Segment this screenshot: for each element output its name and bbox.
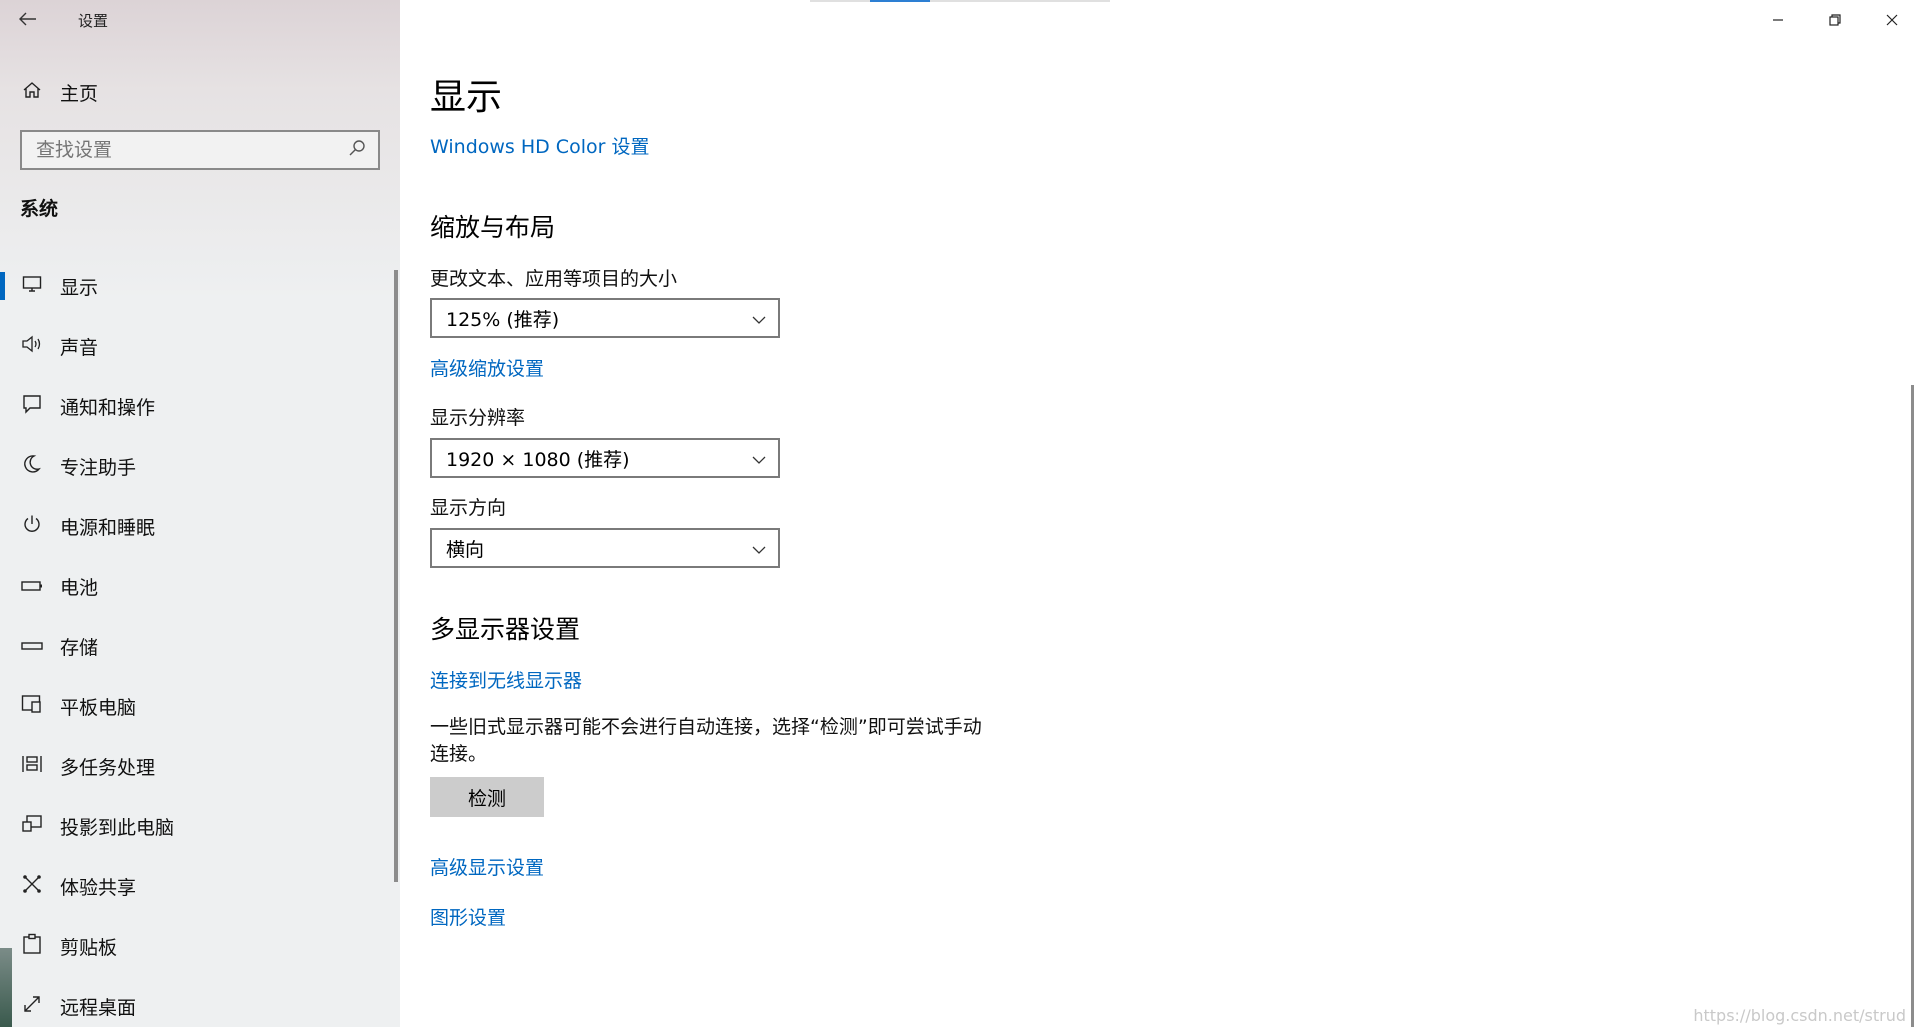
sidebar-item-label: 体验共享 bbox=[60, 876, 137, 899]
orientation-label: 显示方向 bbox=[430, 497, 507, 519]
sidebar-item-storage[interactable]: 存储 bbox=[0, 616, 396, 676]
main-scrollbar[interactable] bbox=[1911, 385, 1914, 1027]
storage-icon bbox=[18, 635, 46, 657]
sidebar-item-power-sleep[interactable]: 电源和睡眠 bbox=[0, 496, 396, 556]
home-icon bbox=[18, 80, 46, 105]
detect-button[interactable]: 检测 bbox=[430, 777, 544, 817]
resolution-label: 显示分辨率 bbox=[430, 407, 526, 429]
sidebar-item-label: 投影到此电脑 bbox=[60, 816, 175, 839]
share-icon bbox=[18, 874, 46, 899]
search-icon[interactable] bbox=[348, 139, 366, 162]
restore-button[interactable] bbox=[1806, 0, 1863, 40]
window-controls bbox=[1749, 0, 1920, 40]
sidebar-item-label: 平板电脑 bbox=[60, 696, 137, 719]
sidebar-item-tablet[interactable]: 平板电脑 bbox=[0, 676, 396, 736]
chevron-down-icon bbox=[752, 309, 766, 328]
resolution-dropdown-value: 1920 × 1080 (推荐) bbox=[446, 448, 630, 471]
sidebar-item-multitasking[interactable]: 多任务处理 bbox=[0, 736, 396, 796]
multitask-icon bbox=[18, 754, 46, 779]
sidebar-nav: 显示 声音 通知和操作 专注助手 电源和睡眠 电池 存储 平板电脑 多任务处理 … bbox=[0, 256, 400, 1036]
sidebar-item-label: 通知和操作 bbox=[60, 396, 156, 419]
sidebar-item-focus-assist[interactable]: 专注助手 bbox=[0, 436, 396, 496]
back-arrow-icon bbox=[19, 10, 37, 31]
close-button[interactable] bbox=[1863, 0, 1920, 40]
top-indicator-line bbox=[810, 0, 1110, 2]
detect-description: 一些旧式显示器可能不会进行自动连接，选择“检测”即可尝试手动连接。 bbox=[430, 716, 982, 765]
sidebar-item-battery[interactable]: 电池 bbox=[0, 556, 396, 616]
sidebar-item-label: 存储 bbox=[60, 636, 99, 659]
project-icon bbox=[18, 814, 46, 839]
chevron-down-icon bbox=[752, 449, 766, 468]
sidebar-item-label: 显示 bbox=[60, 276, 99, 299]
moon-icon bbox=[18, 454, 46, 479]
search-box[interactable] bbox=[20, 130, 380, 170]
speaker-icon bbox=[18, 335, 46, 358]
remote-desktop-icon bbox=[18, 994, 46, 1019]
sidebar-item-notifications[interactable]: 通知和操作 bbox=[0, 376, 396, 436]
orientation-dropdown[interactable]: 横向 bbox=[430, 528, 780, 568]
main-content: 显示 Windows HD Color 设置 缩放与布局 更改文本、应用等项目的… bbox=[400, 0, 1920, 1027]
scale-layout-heading: 缩放与布局 bbox=[430, 213, 556, 242]
hd-color-settings-link[interactable]: Windows HD Color 设置 bbox=[430, 132, 649, 159]
graphics-settings-link[interactable]: 图形设置 bbox=[430, 903, 506, 930]
sidebar-item-clipboard[interactable]: 剪贴板 bbox=[0, 916, 396, 976]
home-nav-item[interactable]: 主页 bbox=[0, 70, 400, 114]
sidebar: 设置 主页 系统 显示 声音 通知和操作 bbox=[0, 0, 400, 1027]
sidebar-item-sound[interactable]: 声音 bbox=[0, 316, 396, 376]
sidebar-item-label: 多任务处理 bbox=[60, 756, 156, 779]
minimize-button[interactable] bbox=[1749, 0, 1806, 40]
app-title: 设置 bbox=[78, 11, 109, 30]
watermark: https://blog.csdn.net/strud bbox=[1693, 1006, 1906, 1025]
sidebar-item-project[interactable]: 投影到此电脑 bbox=[0, 796, 396, 856]
multi-display-heading: 多显示器设置 bbox=[430, 615, 581, 644]
home-label: 主页 bbox=[60, 82, 99, 105]
chevron-down-icon bbox=[752, 539, 766, 558]
sidebar-item-label: 电源和睡眠 bbox=[60, 516, 156, 539]
resolution-dropdown[interactable]: 1920 × 1080 (推荐) bbox=[430, 438, 780, 478]
sidebar-item-display[interactable]: 显示 bbox=[0, 256, 396, 316]
section-label-system: 系统 bbox=[20, 198, 59, 220]
power-icon bbox=[18, 514, 46, 539]
search-input[interactable] bbox=[34, 138, 334, 162]
page-title: 显示 bbox=[430, 77, 503, 118]
scale-dropdown[interactable]: 125% (推荐) bbox=[430, 298, 780, 338]
sidebar-scrollbar[interactable] bbox=[394, 270, 398, 882]
advanced-scaling-link[interactable]: 高级缩放设置 bbox=[430, 354, 544, 381]
advanced-display-link[interactable]: 高级显示设置 bbox=[430, 853, 544, 880]
desktop-edge-strip bbox=[0, 948, 12, 1027]
scale-dropdown-value: 125% (推荐) bbox=[446, 308, 560, 331]
battery-icon bbox=[18, 575, 46, 597]
back-button[interactable] bbox=[0, 0, 56, 40]
sidebar-item-shared-experiences[interactable]: 体验共享 bbox=[0, 856, 396, 916]
title-bar: 设置 bbox=[0, 0, 400, 40]
sidebar-item-label: 声音 bbox=[60, 336, 99, 359]
top-indicator-highlight bbox=[870, 0, 930, 2]
sidebar-item-label: 剪贴板 bbox=[60, 936, 118, 959]
monitor-icon bbox=[18, 275, 46, 298]
orientation-dropdown-value: 横向 bbox=[446, 538, 485, 561]
notification-icon bbox=[18, 394, 46, 419]
wireless-display-link[interactable]: 连接到无线显示器 bbox=[430, 666, 582, 693]
tablet-icon bbox=[18, 694, 46, 719]
scale-label: 更改文本、应用等项目的大小 bbox=[430, 268, 678, 290]
sidebar-item-label: 电池 bbox=[60, 576, 99, 599]
sidebar-item-label: 专注助手 bbox=[60, 456, 137, 479]
sidebar-item-label: 远程桌面 bbox=[60, 996, 137, 1019]
sidebar-item-remote-desktop[interactable]: 远程桌面 bbox=[0, 976, 396, 1036]
clipboard-icon bbox=[18, 933, 46, 960]
